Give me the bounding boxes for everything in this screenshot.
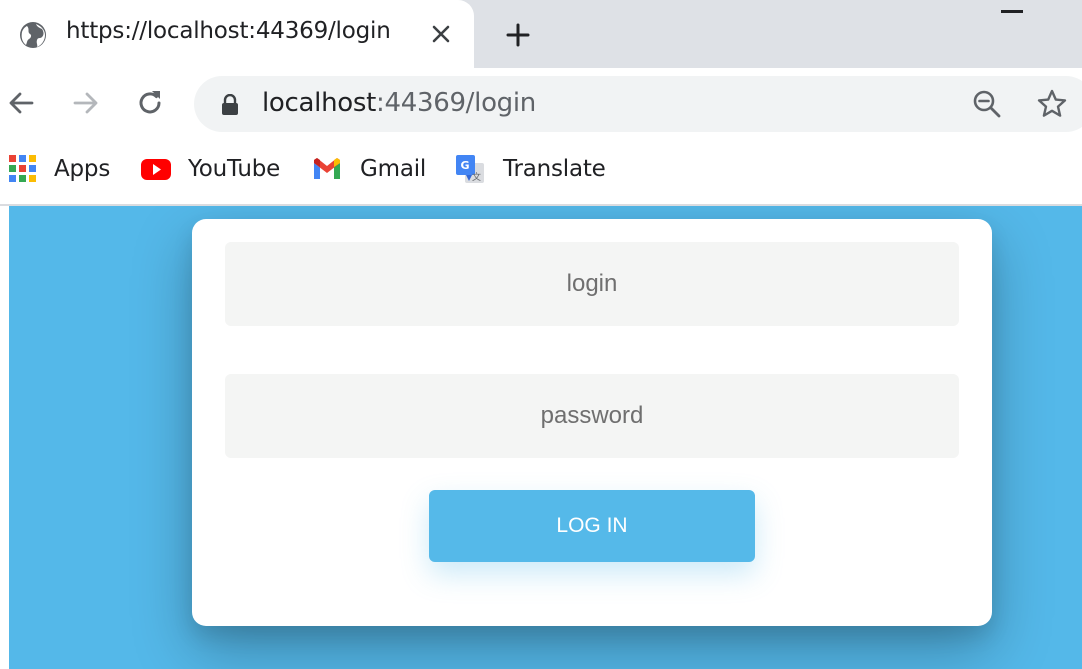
address-bar[interactable]: localhost:44369/login [194, 76, 1082, 132]
password-input[interactable] [225, 374, 959, 458]
bookmarks-bar: Apps YouTube Gmail G 文 Translate [0, 138, 1082, 206]
svg-text:G: G [461, 159, 470, 172]
close-icon[interactable] [429, 22, 453, 46]
bookmark-label: YouTube [188, 156, 281, 182]
bookmark-label: Translate [503, 156, 606, 182]
lock-icon[interactable] [220, 94, 240, 116]
login-card: LOG IN [192, 219, 992, 626]
apps-grid-icon [9, 155, 36, 182]
youtube-icon [141, 159, 171, 180]
bookmark-label: Apps [54, 156, 111, 182]
back-arrow-icon[interactable] [4, 86, 38, 120]
gmail-icon [314, 158, 340, 179]
browser-tab[interactable]: https://localhost:44369/login [0, 0, 474, 68]
bookmark-youtube[interactable]: YouTube [140, 152, 280, 186]
login-input[interactable] [225, 242, 959, 326]
bookmark-apps[interactable]: Apps [8, 152, 110, 186]
minimize-button[interactable] [1001, 10, 1023, 13]
new-tab-plus-icon[interactable] [503, 20, 533, 50]
bookmark-star-icon[interactable] [1036, 88, 1068, 120]
forward-arrow-icon[interactable] [69, 86, 103, 120]
tab-title: https://localhost:44369/login [66, 18, 391, 44]
page-background: LOG IN [9, 206, 1082, 669]
browser-toolbar: localhost:44369/login [0, 68, 1082, 138]
url-text[interactable]: localhost:44369/login [262, 88, 536, 118]
bookmark-gmail[interactable]: Gmail [312, 152, 426, 186]
bookmark-label: Gmail [360, 156, 427, 182]
reload-icon[interactable] [133, 86, 167, 120]
svg-text:文: 文 [472, 171, 481, 183]
tab-strip: https://localhost:44369/login [0, 0, 1082, 68]
url-host: localhost [262, 88, 377, 118]
globe-icon [20, 22, 46, 48]
zoom-out-icon[interactable] [972, 89, 1002, 119]
bookmark-translate[interactable]: G 文 Translate [455, 152, 606, 186]
google-translate-icon: G 文 [456, 155, 484, 183]
login-button[interactable]: LOG IN [429, 490, 755, 562]
url-path: :44369/login [376, 88, 536, 118]
